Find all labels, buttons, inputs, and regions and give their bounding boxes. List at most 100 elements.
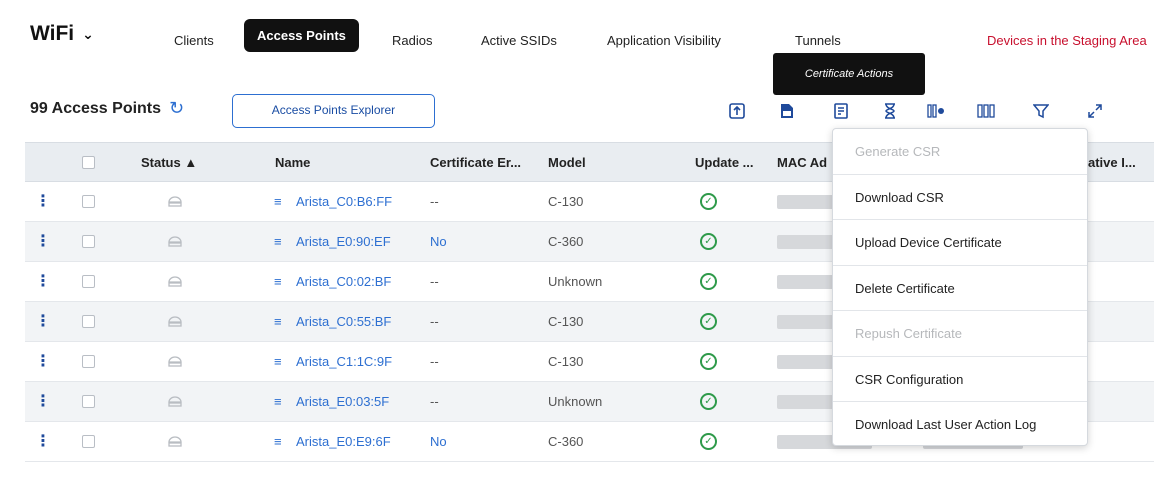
ap-name-link[interactable]: Arista_C0:B6:FF <box>296 194 392 209</box>
staging-area-link[interactable]: Devices in the Staging Area <box>987 33 1147 48</box>
mac-address-redacted <box>777 235 835 252</box>
list-icon: ≡ <box>274 354 282 369</box>
certificate-error-value: -- <box>430 354 439 369</box>
certificate-error-value: -- <box>430 394 439 409</box>
update-ok-icon: ✓ <box>700 273 717 290</box>
row-actions-icon[interactable]: ⋮ <box>35 231 51 251</box>
ap-status-icon <box>167 193 183 212</box>
mac-address-redacted <box>777 395 835 412</box>
row-checkbox[interactable] <box>82 435 95 448</box>
certificate-actions-menu: Generate CSR Download CSR Upload Device … <box>832 128 1088 446</box>
column-certificate-error[interactable]: Certificate Er... <box>430 155 521 170</box>
ap-name-link[interactable]: Arista_C1:1C:9F <box>296 354 392 369</box>
row-checkbox[interactable] <box>82 195 95 208</box>
access-point-count: 99 Access Points ↻ <box>30 98 184 119</box>
document-icon[interactable] <box>777 101 797 121</box>
row-actions-icon[interactable]: ⋮ <box>35 431 51 451</box>
ap-name-link[interactable]: Arista_E0:90:EF <box>296 234 391 249</box>
ap-status-icon <box>167 393 183 412</box>
top-nav: WiFi ⌄ Clients Access Points Radios Acti… <box>0 0 1154 60</box>
certificate-error-value: No <box>430 234 447 249</box>
refresh-icon[interactable]: ↻ <box>169 98 184 119</box>
ap-name-link[interactable]: Arista_C0:02:BF <box>296 274 391 289</box>
list-icon: ≡ <box>274 194 282 209</box>
update-ok-icon: ✓ <box>700 433 717 450</box>
row-actions-icon[interactable]: ⋮ <box>35 191 51 211</box>
list-icon: ≡ <box>274 314 282 329</box>
mac-address-redacted <box>777 195 835 212</box>
ap-name-link[interactable]: Arista_C0:55:BF <box>296 314 391 329</box>
row-actions-icon[interactable]: ⋮ <box>35 271 51 291</box>
mac-address-redacted <box>777 355 835 372</box>
select-all-checkbox[interactable] <box>82 156 95 169</box>
ap-status-icon <box>167 273 183 292</box>
update-ok-icon: ✓ <box>700 353 717 370</box>
model-value: C-130 <box>548 354 584 369</box>
menu-item-upload-device-certificate[interactable]: Upload Device Certificate <box>833 220 1087 266</box>
column-model[interactable]: Model <box>548 155 586 170</box>
certificate-error-value: -- <box>430 314 439 329</box>
column-update[interactable]: Update ... <box>695 155 754 170</box>
row-checkbox[interactable] <box>82 355 95 368</box>
tab-radios[interactable]: Radios <box>392 33 432 48</box>
chevron-down-icon: ⌄ <box>82 25 94 42</box>
row-checkbox[interactable] <box>82 235 95 248</box>
ap-name-link[interactable]: Arista_E0:E9:6F <box>296 434 391 449</box>
row-checkbox[interactable] <box>82 395 95 408</box>
menu-item-download-last-user-action-log[interactable]: Download Last User Action Log <box>833 402 1087 448</box>
column-native[interactable]: ative I... <box>1088 155 1136 170</box>
row-checkbox[interactable] <box>82 275 95 288</box>
column-name[interactable]: Name <box>275 155 310 170</box>
update-ok-icon: ✓ <box>700 393 717 410</box>
list-icon: ≡ <box>274 394 282 409</box>
row-actions-icon[interactable]: ⋮ <box>35 351 51 371</box>
model-value: C-130 <box>548 194 584 209</box>
model-value: C-360 <box>548 234 584 249</box>
update-ok-icon: ✓ <box>700 193 717 210</box>
tab-clients[interactable]: Clients <box>174 33 214 48</box>
ap-status-icon <box>167 313 183 332</box>
row-actions-icon[interactable]: ⋮ <box>35 391 51 411</box>
ap-status-icon <box>167 353 183 372</box>
tab-access-points[interactable]: Access Points <box>244 19 359 52</box>
menu-item-csr-configuration[interactable]: CSR Configuration <box>833 357 1087 402</box>
row-actions-icon[interactable]: ⋮ <box>35 311 51 331</box>
certificate-icon[interactable] <box>831 101 851 121</box>
columns-icon[interactable] <box>976 101 996 121</box>
list-icon: ≡ <box>274 434 282 449</box>
certificate-error-value: No <box>430 434 447 449</box>
column-status[interactable]: Status ▲ <box>141 155 197 170</box>
ap-name-link[interactable]: Arista_E0:03:5F <box>296 394 389 409</box>
ap-status-icon <box>167 233 183 252</box>
menu-item-repush-certificate[interactable]: Repush Certificate <box>833 311 1087 357</box>
menu-item-download-csr[interactable]: Download CSR <box>833 175 1087 220</box>
column-mac-address[interactable]: MAC Ad <box>777 155 827 170</box>
menu-item-generate-csr[interactable]: Generate CSR <box>833 129 1087 175</box>
certificate-error-value: -- <box>430 194 439 209</box>
update-ok-icon: ✓ <box>700 313 717 330</box>
model-value: C-360 <box>548 434 584 449</box>
expand-icon[interactable] <box>1085 101 1105 121</box>
access-points-explorer-button[interactable]: Access Points Explorer <box>232 94 435 128</box>
list-icon: ≡ <box>274 234 282 249</box>
column-settings-icon[interactable] <box>926 101 946 121</box>
filter-icon[interactable] <box>1031 101 1051 121</box>
tab-active-ssids[interactable]: Active SSIDs <box>481 33 557 48</box>
app-switcher[interactable]: WiFi ⌄ <box>30 22 94 46</box>
certificate-error-value: -- <box>430 274 439 289</box>
hourglass-icon[interactable] <box>880 101 900 121</box>
update-ok-icon: ✓ <box>700 233 717 250</box>
ap-status-icon <box>167 433 183 452</box>
certificate-actions-tooltip: Certificate Actions <box>773 53 925 95</box>
menu-item-delete-certificate[interactable]: Delete Certificate <box>833 266 1087 311</box>
model-value: C-130 <box>548 314 584 329</box>
model-value: Unknown <box>548 394 603 409</box>
tab-tunnels[interactable]: Tunnels <box>795 33 841 48</box>
mac-address-redacted <box>777 315 835 332</box>
app-title: WiFi <box>30 22 75 45</box>
upload-icon[interactable] <box>727 101 747 121</box>
model-value: Unknown <box>548 274 603 289</box>
row-checkbox[interactable] <box>82 315 95 328</box>
mac-address-redacted <box>777 275 835 292</box>
tab-application-visibility[interactable]: Application Visibility <box>607 33 721 48</box>
